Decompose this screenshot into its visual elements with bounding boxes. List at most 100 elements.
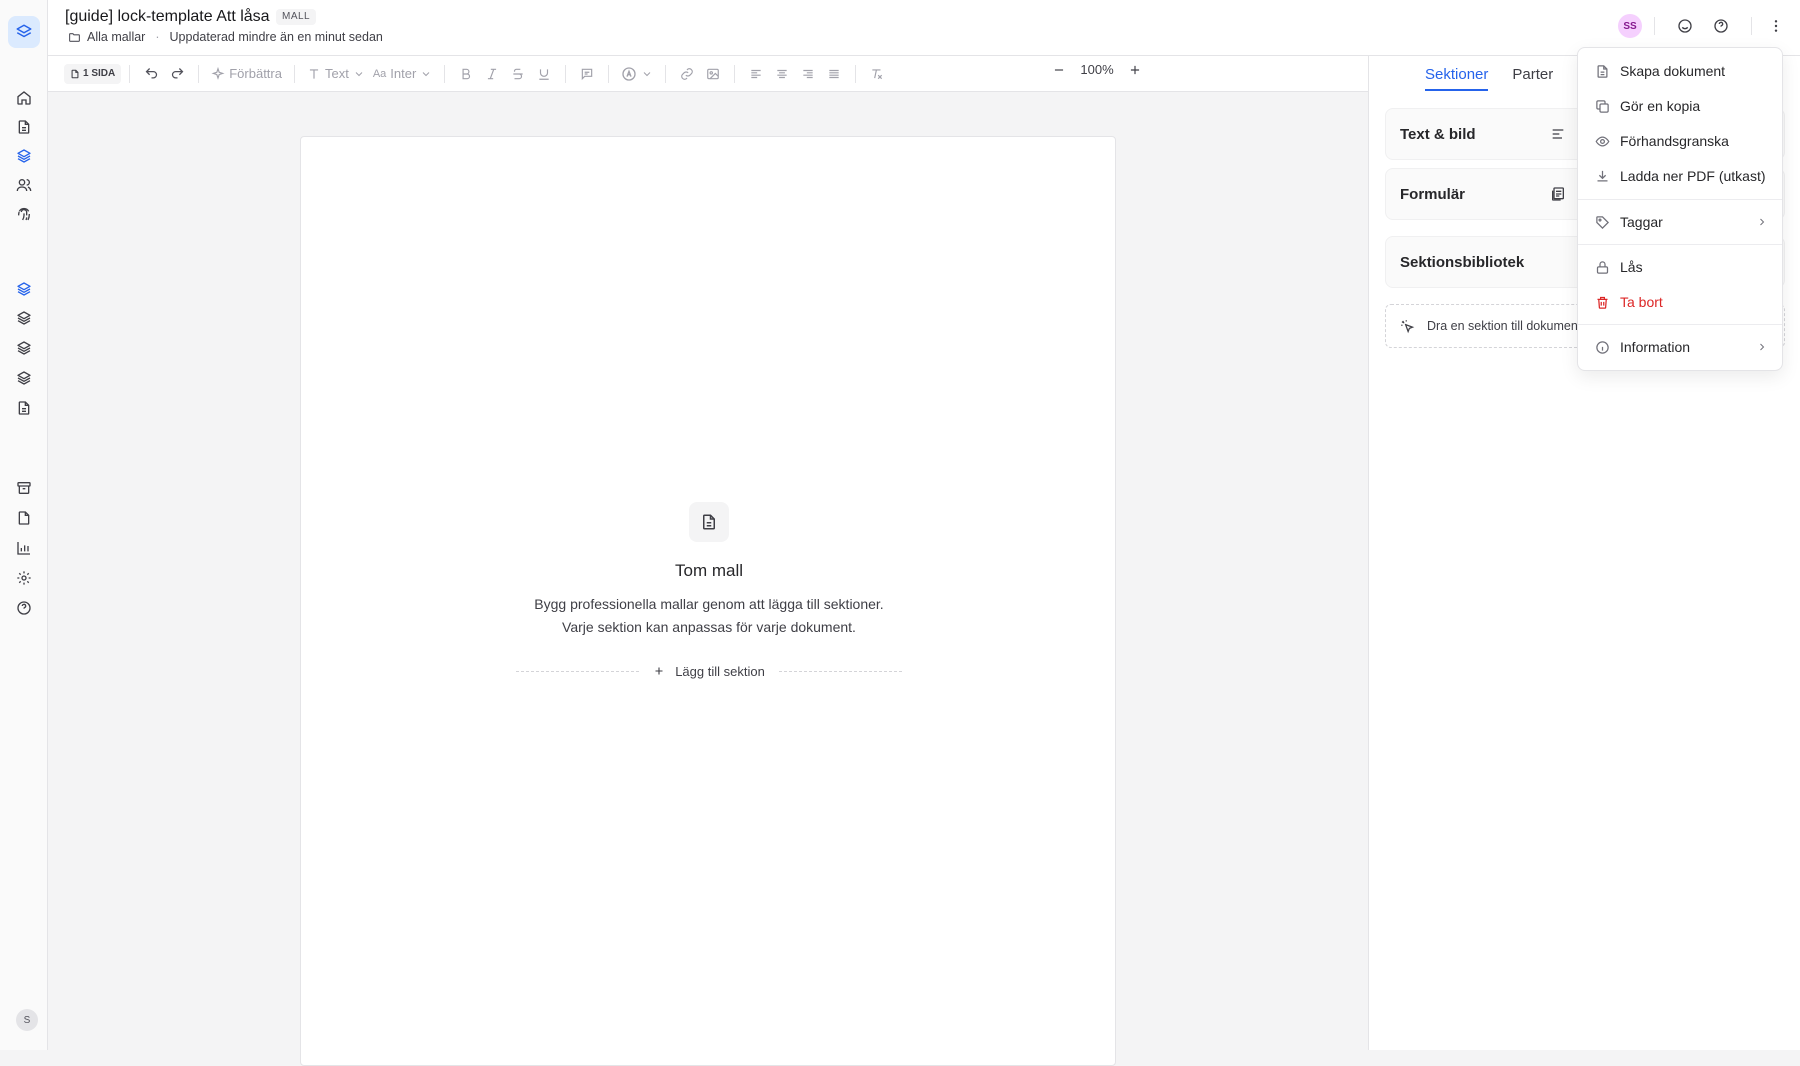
toolbar-divider	[665, 64, 667, 83]
template-badge: MALL	[276, 9, 317, 25]
home-icon[interactable]	[14, 88, 34, 108]
document-title[interactable]: [guide] lock-template Att låsa	[65, 8, 270, 26]
template-group-icon[interactable]	[14, 308, 34, 328]
download-icon	[1594, 168, 1610, 184]
zoom-level[interactable]: 100%	[1080, 62, 1114, 77]
menu-item-label: Ta bort	[1620, 294, 1663, 310]
template-group-icon[interactable]	[14, 368, 34, 388]
text-type-icon	[309, 68, 319, 79]
tab-sektioner[interactable]: Sektioner	[1425, 66, 1489, 91]
chevron-down-icon	[643, 71, 651, 76]
archive-icon[interactable]	[14, 478, 34, 498]
panel-tabs: Sektioner Parter	[1425, 66, 1553, 91]
documents-icon[interactable]	[14, 117, 34, 137]
redo-icon[interactable]	[164, 62, 190, 86]
menu-divider	[1578, 244, 1782, 245]
align-justify-icon[interactable]	[821, 62, 847, 86]
align-center-icon[interactable]	[769, 62, 795, 86]
toolbar-divider	[734, 64, 736, 83]
header-divider	[1654, 17, 1655, 35]
logo-icon[interactable]	[8, 16, 40, 48]
template-group-icon[interactable]	[14, 338, 34, 358]
left-rail: S	[0, 0, 48, 1050]
bold-icon[interactable]	[453, 62, 479, 86]
document-icon	[689, 502, 729, 542]
menu-item-label: Lås	[1620, 259, 1643, 275]
analytics-icon[interactable]	[14, 538, 34, 558]
editor-toolbar: 1 SIDA Förbättra Text Aa Inter 100%	[48, 56, 1368, 92]
collaborator-avatar[interactable]: SS	[1618, 14, 1642, 38]
plus-icon	[655, 667, 663, 675]
chevron-down-icon	[355, 71, 363, 76]
toolbar-divider	[608, 64, 610, 83]
add-section-button[interactable]: Lägg till sektion	[639, 664, 779, 679]
underline-icon[interactable]	[531, 62, 557, 86]
align-right-icon[interactable]	[795, 62, 821, 86]
menu-item-label: Information	[1620, 339, 1691, 355]
menu-item-download-pdf[interactable]: Ladda ner PDF (utkast)	[1584, 161, 1778, 191]
menu-item-tags[interactable]: Taggar	[1584, 207, 1778, 237]
image-icon[interactable]	[700, 62, 726, 86]
zoom-out-icon[interactable]	[1052, 63, 1066, 77]
zoom-in-icon[interactable]	[1128, 63, 1142, 77]
improve-label: Förbättra	[229, 66, 282, 81]
form-icon	[1550, 186, 1566, 202]
font-size-icon: Aa	[372, 67, 387, 80]
menu-item-information[interactable]: Information	[1584, 332, 1778, 362]
text-style-label: Text	[324, 66, 349, 81]
clear-format-icon[interactable]	[864, 62, 890, 86]
undo-icon[interactable]	[138, 62, 164, 86]
text-color-select[interactable]	[617, 62, 657, 86]
header-actions: SS	[1618, 14, 1788, 38]
chevron-down-icon	[422, 71, 430, 76]
drag-pointer-icon	[1401, 319, 1415, 333]
italic-icon[interactable]	[479, 62, 505, 86]
zoom-controls: 100%	[1052, 62, 1142, 77]
document-list-icon[interactable]	[14, 398, 34, 418]
divider-line	[516, 670, 640, 672]
header-divider	[1751, 17, 1752, 35]
section-card-label: Sektionsbibliotek	[1400, 253, 1525, 271]
folder-icon	[68, 31, 81, 44]
feedback-icon[interactable]	[1673, 14, 1697, 38]
toolbar-divider	[198, 64, 200, 83]
template-group-icon[interactable]	[14, 279, 34, 299]
menu-item-lock[interactable]: Lås	[1584, 252, 1778, 282]
fingerprint-icon[interactable]	[14, 204, 34, 224]
breadcrumb-separator: ·	[155, 30, 160, 44]
settings-icon[interactable]	[14, 568, 34, 588]
menu-item-label: Skapa dokument	[1620, 63, 1726, 79]
toolbar-divider	[293, 64, 295, 83]
improve-button[interactable]: Förbättra	[207, 62, 286, 86]
menu-item-make-copy[interactable]: Gör en kopia	[1584, 91, 1778, 121]
more-menu-icon[interactable]	[1764, 14, 1788, 38]
contacts-icon[interactable]	[14, 175, 34, 195]
menu-item-create-document[interactable]: Skapa dokument	[1584, 56, 1778, 86]
menu-item-delete[interactable]: Ta bort	[1584, 287, 1778, 317]
templates-icon[interactable]	[14, 146, 34, 166]
text-style-select[interactable]: Text	[303, 62, 369, 86]
comment-icon[interactable]	[574, 62, 600, 86]
breadcrumb-folder-link[interactable]: Alla mallar	[87, 30, 145, 44]
link-icon[interactable]	[674, 62, 700, 86]
document-page[interactable]: Tom mall Bygg professionella mallar geno…	[300, 136, 1116, 1066]
empty-state-line: Varje sektion kan anpassas för varje dok…	[562, 619, 856, 635]
menu-item-label: Taggar	[1620, 214, 1663, 230]
chevron-right-icon	[1756, 216, 1768, 228]
menu-divider	[1578, 324, 1782, 325]
eye-icon	[1594, 133, 1610, 149]
menu-item-preview[interactable]: Förhandsgranska	[1584, 126, 1778, 156]
help-icon[interactable]	[14, 598, 34, 618]
updated-status: Uppdaterad mindre än en minut sedan	[169, 30, 383, 44]
file-icon[interactable]	[14, 508, 34, 528]
align-left-icon[interactable]	[743, 62, 769, 86]
tab-parter[interactable]: Parter	[1512, 66, 1553, 91]
help-icon[interactable]	[1709, 14, 1733, 38]
font-select[interactable]: Aa Inter	[369, 62, 436, 86]
section-card-label: Formulär	[1400, 185, 1466, 203]
toolbar-divider	[129, 64, 131, 83]
toolbar-divider	[444, 64, 446, 83]
section-card-label: Text & bild	[1400, 125, 1476, 143]
user-avatar[interactable]: S	[16, 1009, 38, 1031]
strikethrough-icon[interactable]	[505, 62, 531, 86]
